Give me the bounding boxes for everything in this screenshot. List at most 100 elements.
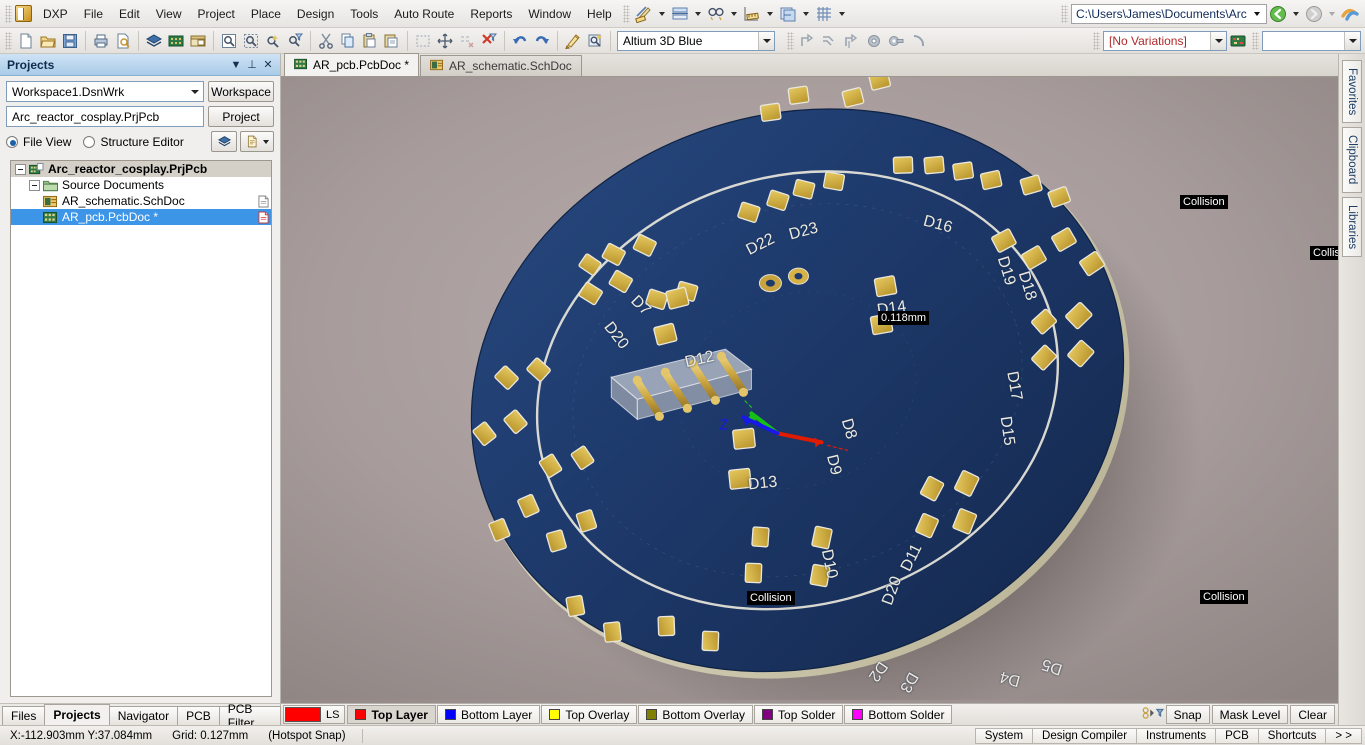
right-tab-clipboard[interactable]: Clipboard: [1342, 127, 1362, 193]
undo-button[interactable]: [509, 30, 531, 52]
copy-button[interactable]: [337, 30, 359, 52]
navigate-back-button[interactable]: [1267, 3, 1289, 25]
clear-filter-button[interactable]: [478, 30, 500, 52]
right-tab-favorites[interactable]: Favorites: [1342, 60, 1362, 124]
variations-grip[interactable]: [1093, 31, 1100, 50]
board-planning-button[interactable]: [187, 30, 209, 52]
zoom-document-button[interactable]: [218, 30, 240, 52]
variations-combo[interactable]: [No Variations]: [1103, 30, 1227, 51]
layer-tab-bottom-layer[interactable]: Bottom Layer: [436, 705, 541, 724]
status-button-more[interactable]: > >: [1325, 727, 1362, 744]
status-button-shortcuts[interactable]: Shortcuts: [1257, 727, 1327, 744]
panel-tab-pcb[interactable]: PCB: [177, 706, 220, 725]
panel-menu-icon[interactable]: ▼: [228, 57, 244, 73]
zoom-filtered-button[interactable]: [284, 30, 306, 52]
mask-level-button[interactable]: Mask Level: [1211, 705, 1289, 724]
snap-options-icon[interactable]: [1142, 706, 1164, 723]
structure-editor-radio[interactable]: Structure Editor: [83, 134, 184, 149]
schematic-tools-icon[interactable]: [633, 3, 655, 25]
layer-view-toggle-button[interactable]: [211, 131, 237, 152]
print-button[interactable]: [90, 30, 112, 52]
grid-tools-dropdown-icon[interactable]: [838, 11, 845, 16]
layer-view-button[interactable]: [143, 30, 165, 52]
menu-file[interactable]: File: [76, 2, 111, 26]
document-path-field[interactable]: C:\Users\James\Documents\Arc re: [1071, 3, 1267, 24]
source-documents-collapse-icon[interactable]: [29, 179, 40, 191]
align-tools-dropdown-icon[interactable]: [694, 11, 701, 16]
layer-tab-top-overlay[interactable]: Top Overlay: [541, 705, 638, 724]
print-preview-button[interactable]: [112, 30, 134, 52]
schematic-tools-dropdown-icon[interactable]: [658, 11, 665, 16]
home-page-icon[interactable]: [1339, 3, 1361, 25]
snap-button[interactable]: Snap: [1165, 705, 1210, 724]
document-options-button[interactable]: [240, 131, 274, 152]
panel-tab-projects[interactable]: Projects: [44, 704, 110, 725]
workspace-dropdown-icon[interactable]: [187, 82, 203, 101]
menu-window[interactable]: Window: [520, 2, 579, 26]
document-tab-pcb[interactable]: AR_pcb.PcbDoc *: [284, 53, 420, 76]
redo-button[interactable]: [531, 30, 553, 52]
tree-node-schematic[interactable]: AR_schematic.SchDoc: [11, 193, 271, 209]
project-field[interactable]: Arc_reactor_cosplay.PrjPcb: [6, 106, 204, 127]
layer-stack-dropdown-icon[interactable]: [802, 11, 809, 16]
variations-dropdown-icon[interactable]: [1210, 31, 1226, 50]
tree-node-pcb[interactable]: AR_pcb.PcbDoc *: [11, 209, 271, 225]
align-tools-icon[interactable]: [669, 3, 691, 25]
path-toolbar-grip[interactable]: [1061, 4, 1068, 23]
extra-combo[interactable]: [1262, 30, 1361, 51]
menu-edit[interactable]: Edit: [111, 2, 148, 26]
panel-tab-pcb-filter[interactable]: PCB Filter: [218, 702, 281, 730]
menu-view[interactable]: View: [148, 2, 190, 26]
menu-project[interactable]: Project: [190, 2, 243, 26]
tree-node-project[interactable]: Arc_reactor_cosplay.PrjPcb: [11, 161, 271, 177]
layer-tab-top-solder[interactable]: Top Solder: [754, 705, 844, 724]
project-button[interactable]: Project: [208, 106, 274, 127]
status-button-design-compiler[interactable]: Design Compiler: [1032, 727, 1138, 744]
toolbar-grip-2[interactable]: [787, 31, 794, 50]
color-scheme-dropdown-icon[interactable]: [758, 31, 774, 50]
menu-place[interactable]: Place: [243, 2, 289, 26]
measure-tools-icon[interactable]: [741, 3, 763, 25]
utility-toolbar-grip[interactable]: [622, 4, 630, 23]
toolbar-grip-1[interactable]: [5, 31, 12, 50]
document-tab-schematic[interactable]: AR_schematic.SchDoc: [420, 55, 582, 76]
cut-button[interactable]: [315, 30, 337, 52]
right-tab-libraries[interactable]: Libraries: [1342, 196, 1362, 257]
layer-tab-top-layer[interactable]: Top Layer: [347, 705, 436, 724]
status-button-instruments[interactable]: Instruments: [1136, 727, 1217, 744]
highlight-tool-button[interactable]: [562, 30, 584, 52]
find-similar-icon[interactable]: [705, 3, 727, 25]
layer-tab-bottom-solder[interactable]: Bottom Solder: [844, 705, 953, 724]
pcb-3d-viewport[interactable]: Z D22 D23 D16 D19 D18 D17 D15 D14 D13 D1…: [281, 77, 1338, 703]
layer-stack-icon[interactable]: [777, 3, 799, 25]
pcb-board-button[interactable]: [165, 30, 187, 52]
panel-close-icon[interactable]: ✕: [260, 57, 276, 73]
color-scheme-combo[interactable]: Altium 3D Blue: [617, 30, 775, 51]
panel-tab-navigator[interactable]: Navigator: [108, 706, 179, 725]
zoom-selection-button[interactable]: [262, 30, 284, 52]
zoom-area-button[interactable]: [240, 30, 262, 52]
menu-dxp[interactable]: DXP: [35, 2, 76, 26]
measure-tools-dropdown-icon[interactable]: [766, 11, 773, 16]
workspace-button[interactable]: Workspace: [208, 81, 274, 102]
cross-probe-button[interactable]: [584, 30, 606, 52]
menu-auto-route[interactable]: Auto Route: [386, 2, 462, 26]
menu-design[interactable]: Design: [289, 2, 342, 26]
menu-reports[interactable]: Reports: [462, 2, 520, 26]
project-tree[interactable]: Arc_reactor_cosplay.PrjPcb Source Docume…: [10, 160, 272, 697]
find-similar-dropdown-icon[interactable]: [730, 11, 737, 16]
file-view-radio[interactable]: File View: [6, 134, 71, 149]
grid-tools-icon[interactable]: [813, 3, 835, 25]
document-path-dropdown-icon[interactable]: [1254, 11, 1260, 16]
menu-help[interactable]: Help: [579, 2, 620, 26]
extra-combo-grip[interactable]: [1252, 31, 1259, 50]
board-realtime-icon[interactable]: [1227, 30, 1249, 52]
status-button-system[interactable]: System: [974, 727, 1034, 744]
tree-node-source-documents[interactable]: Source Documents: [11, 177, 271, 193]
new-document-button[interactable]: [15, 30, 37, 52]
open-document-button[interactable]: [37, 30, 59, 52]
status-button-pcb[interactable]: PCB: [1215, 727, 1259, 744]
extra-combo-dropdown-icon[interactable]: [1344, 31, 1360, 50]
clear-button[interactable]: Clear: [1290, 705, 1335, 724]
layer-sets-group[interactable]: LS: [283, 705, 346, 724]
